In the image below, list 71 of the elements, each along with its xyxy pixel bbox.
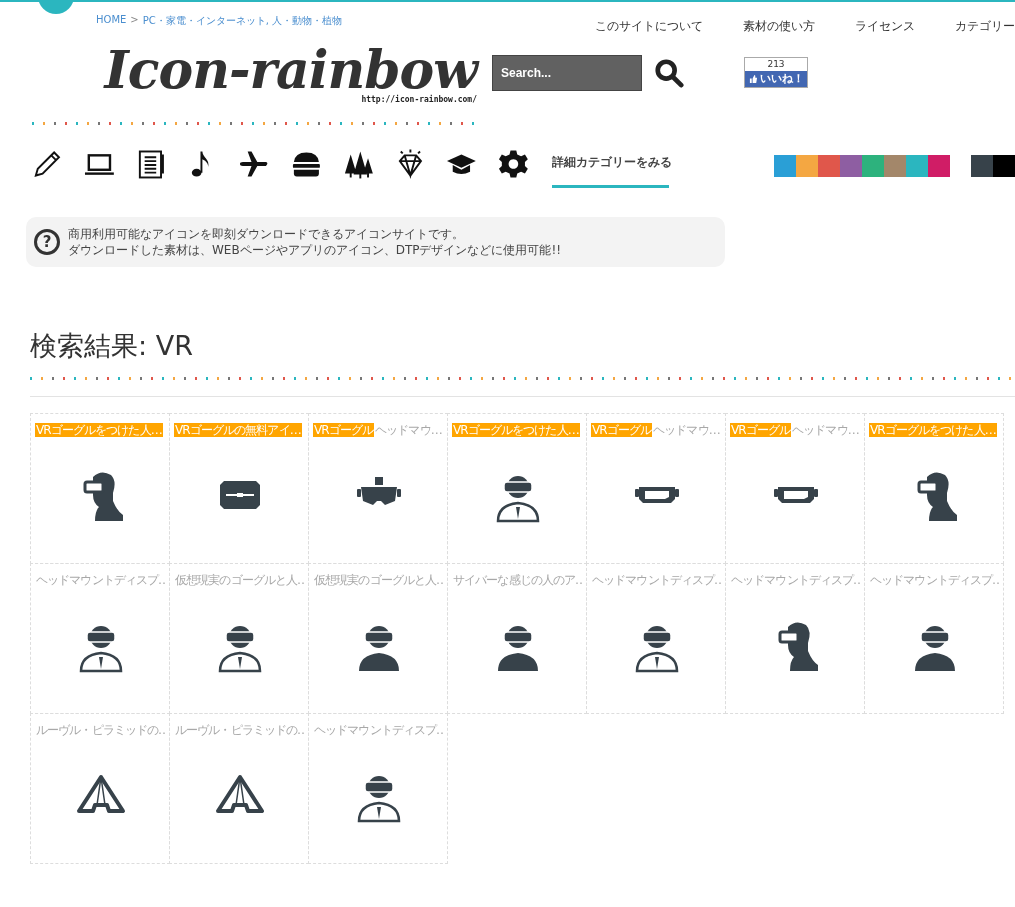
result-card[interactable]: ヘッドマウントディスプ…	[725, 563, 865, 714]
help-icon: ?	[34, 229, 60, 255]
vr-goggles-icon	[774, 487, 818, 503]
result-title: ヘッドマウントディスプ…	[35, 573, 167, 587]
result-title-highlight: VRゴーグルの無料アイ…	[174, 423, 302, 437]
search-icon[interactable]	[654, 57, 684, 88]
like-count: 213	[766, 58, 786, 71]
nav-link[interactable]: このサイトについて	[595, 18, 703, 35]
result-title-highlight: VRゴーグル	[730, 423, 792, 437]
nav-link[interactable]: カテゴリー	[955, 18, 1015, 35]
color-swatch[interactable]	[992, 155, 1015, 177]
info-text: ダウンロードした素材は、WEBページやアプリのアイコン、DTPデザインなどに使用可能!!	[68, 242, 562, 258]
gear-icon[interactable]	[498, 148, 529, 180]
result-card[interactable]: ヘッドマウントディスプ…	[308, 713, 448, 864]
result-title-highlight: VRゴーグルをつけた人…	[869, 423, 997, 437]
result-card[interactable]: ヘッドマウントディスプ…	[586, 563, 726, 714]
result-card[interactable]: 仮想現実のゴーグルと人…	[308, 563, 448, 714]
color-swatch[interactable]	[795, 155, 818, 177]
result-card[interactable]: ヘッドマウントディスプ…	[30, 563, 170, 714]
result-title: 仮想現実のゴーグルと人…	[313, 573, 445, 587]
logo-url: http://icon-rainbow.com/	[361, 95, 477, 104]
result-card[interactable]: VRゴーグルをつけた人…	[864, 413, 1004, 564]
result-card[interactable]: ヘッドマウントディスプ…	[864, 563, 1004, 714]
result-card[interactable]: VRゴーグルをつけた人…	[30, 413, 170, 564]
result-card[interactable]: VRゴーグル ヘッドマウ…	[308, 413, 448, 564]
result-title: ヘッドマウ…	[374, 423, 442, 437]
airplane-icon[interactable]	[239, 148, 270, 180]
result-card[interactable]: VRゴーグル ヘッドマウ…	[586, 413, 726, 564]
result-title: サイバーな感じの人のア…	[452, 573, 584, 587]
info-text: 商用利用可能なアイコンを即刻ダウンロードできるアイコンサイトです。	[68, 226, 465, 242]
thumbs-up-icon	[748, 74, 758, 84]
category-link[interactable]: 詳細カテゴリーをみる	[551, 140, 669, 188]
color-swatch[interactable]	[970, 155, 993, 177]
result-title: ヘッドマウントディスプ…	[869, 573, 1001, 587]
breadcrumb-link[interactable]: PC・家電・インターネット, 人・動物・植物	[142, 14, 343, 35]
result-title: ヘッドマウ…	[791, 423, 859, 437]
nav-link[interactable]: 素材の使い方	[743, 18, 815, 35]
breadcrumb-separator: >	[130, 14, 139, 27]
result-title-highlight: VRゴーグルをつけた人…	[452, 423, 580, 437]
result-title: ヘッドマウントディスプ…	[730, 573, 862, 587]
result-title-highlight: VRゴーグル	[313, 423, 375, 437]
breadcrumb-link[interactable]: HOME	[96, 14, 127, 35]
result-title: ヘッドマウ…	[652, 423, 720, 437]
result-card[interactable]: サイバーな感じの人のア…	[447, 563, 587, 714]
like-label: いいね！	[759, 72, 804, 86]
result-card[interactable]: ルーヴル・ピラミッドの…	[169, 713, 309, 864]
like-button[interactable]: 213 いいね！	[744, 57, 808, 88]
result-title-highlight: VRゴーグルをつけた人…	[35, 423, 163, 437]
result-card[interactable]: ルーヴル・ピラミッドの…	[30, 713, 170, 864]
result-card[interactable]: 仮想現実のゴーグルと人…	[169, 563, 309, 714]
result-title: ルーヴル・ピラミッドの…	[35, 723, 167, 737]
result-title: ヘッドマウントディスプ…	[591, 573, 723, 587]
color-swatch[interactable]	[905, 155, 928, 177]
color-swatch[interactable]	[817, 155, 840, 177]
result-title-highlight: VRゴーグル	[591, 423, 653, 437]
result-card[interactable]: VRゴーグル ヘッドマウ…	[725, 413, 865, 564]
result-title: 仮想現実のゴーグルと人…	[174, 573, 306, 587]
search-field[interactable]: Search...	[492, 54, 642, 91]
result-title: ルーヴル・ピラミッドの…	[174, 723, 306, 737]
vr-goggles-icon	[635, 487, 679, 503]
color-swatch[interactable]	[927, 155, 950, 177]
result-card[interactable]: VRゴーグルの無料アイ…	[169, 413, 309, 564]
nav-link[interactable]: ライセンス	[855, 18, 915, 35]
result-card[interactable]: VRゴーグルをつけた人…	[447, 413, 587, 564]
color-swatch[interactable]	[883, 155, 906, 177]
color-swatch[interactable]	[773, 155, 796, 177]
page-heading: 検索結果: VR	[30, 329, 194, 363]
pencil-icon[interactable]	[32, 148, 63, 180]
color-swatch[interactable]	[839, 155, 862, 177]
color-swatch[interactable]	[861, 155, 884, 177]
result-title: ヘッドマウントディスプ…	[313, 723, 445, 737]
